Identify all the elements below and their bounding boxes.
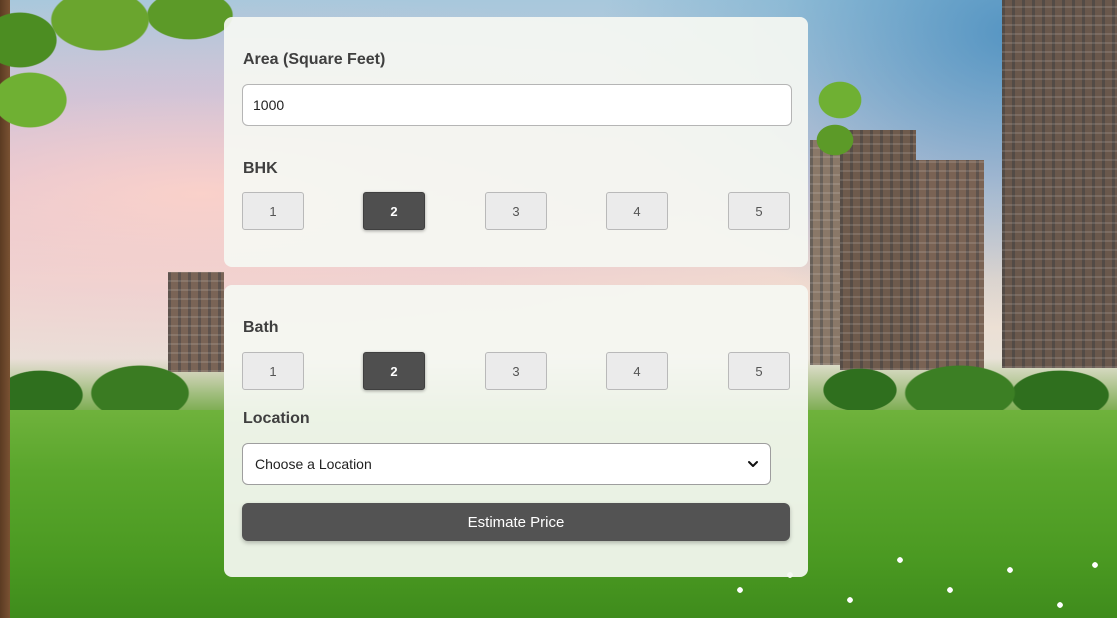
bhk-option-1[interactable]: 1 xyxy=(242,192,304,230)
bhk-label: BHK xyxy=(243,160,278,177)
form-card-bottom: Bath 1 2 3 4 5 Location Choose a Locatio… xyxy=(224,285,808,577)
bath-option-1[interactable]: 1 xyxy=(242,352,304,390)
area-label: Area (Square Feet) xyxy=(243,51,386,68)
bath-label: Bath xyxy=(243,319,279,336)
bhk-option-2[interactable]: 2 xyxy=(363,192,425,230)
form-card-top: Area (Square Feet) BHK 1 2 3 4 5 xyxy=(224,17,808,267)
location-select[interactable]: Choose a Location xyxy=(242,443,771,485)
bath-option-4[interactable]: 4 xyxy=(606,352,668,390)
bhk-option-4[interactable]: 4 xyxy=(606,192,668,230)
bath-option-3[interactable]: 3 xyxy=(485,352,547,390)
bhk-options: 1 2 3 4 5 xyxy=(242,192,790,230)
bath-options: 1 2 3 4 5 xyxy=(242,352,790,390)
location-select-value: Choose a Location xyxy=(255,456,372,472)
bhk-option-5[interactable]: 5 xyxy=(728,192,790,230)
bath-option-2[interactable]: 2 xyxy=(363,352,425,390)
building xyxy=(1002,0,1117,368)
chevron-down-icon xyxy=(748,461,758,467)
area-input[interactable] xyxy=(242,84,792,126)
bath-option-5[interactable]: 5 xyxy=(728,352,790,390)
bhk-option-3[interactable]: 3 xyxy=(485,192,547,230)
estimate-price-button[interactable]: Estimate Price xyxy=(242,503,790,541)
location-label: Location xyxy=(243,410,310,427)
building xyxy=(810,140,840,365)
building xyxy=(916,160,984,370)
building xyxy=(840,130,916,370)
tree-canopy-right xyxy=(800,55,880,165)
